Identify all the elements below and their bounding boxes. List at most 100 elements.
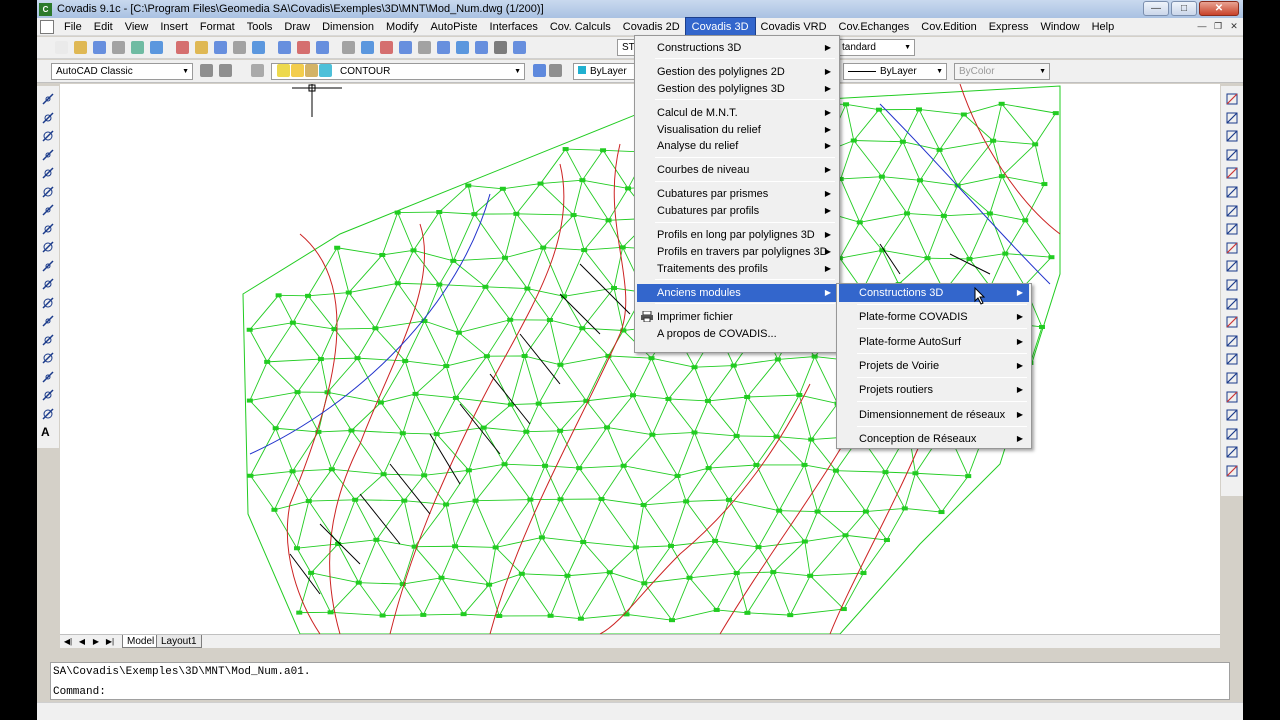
zoom-realtime-icon[interactable]: [342, 41, 355, 54]
menu-item-gestion-des-polylignes-2d[interactable]: Gestion des polylignes 2D ▶: [637, 63, 837, 81]
table-icon[interactable]: [41, 407, 55, 421]
matchprop-icon[interactable]: [233, 41, 246, 54]
tab-layout1[interactable]: Layout1: [156, 635, 202, 648]
stretch-icon[interactable]: [1225, 241, 1239, 255]
mirror-icon[interactable]: [1225, 129, 1239, 143]
linetype-combo[interactable]: ByLayer ▼: [843, 63, 947, 80]
menu-covadis-3d[interactable]: Covadis 3D: [684, 16, 756, 37]
save-icon[interactable]: [93, 41, 106, 54]
menu-dimension[interactable]: Dimension: [316, 18, 380, 36]
menu-item-cubatures-par-profils[interactable]: Cubatures par profils ▶: [637, 202, 837, 220]
scale-icon[interactable]: [1225, 222, 1239, 236]
command-window[interactable]: SA\Covadis\Exemples\3D\MNT\Mod_Num.a01. …: [50, 662, 1230, 700]
menu-interfaces[interactable]: Interfaces: [484, 18, 544, 36]
menu-covadis-vrd[interactable]: Covadis VRD: [755, 18, 833, 36]
zoom-previous-icon[interactable]: [380, 41, 393, 54]
insert-block-icon[interactable]: [41, 296, 55, 310]
first-tab-icon[interactable]: ◀|: [62, 636, 74, 648]
menu-express[interactable]: Express: [983, 18, 1035, 36]
menu-item-dimensionnement-de-reseaux[interactable]: Dimensionnement de réseaux ▶: [839, 406, 1029, 424]
multiline-text-icon[interactable]: A: [41, 425, 55, 439]
menu-format[interactable]: Format: [194, 18, 241, 36]
circle-icon[interactable]: [41, 203, 55, 217]
undo-icon[interactable]: [278, 41, 291, 54]
doc-minimize-button[interactable]: —: [1195, 20, 1209, 34]
rectangle-icon[interactable]: [41, 166, 55, 180]
sun-icon[interactable]: [291, 64, 304, 77]
gradient-icon[interactable]: [41, 370, 55, 384]
menu-item-gestion-des-polylignes-3d[interactable]: Gestion des polylignes 3D ▶: [637, 80, 837, 98]
menu-item-projets-de-voirie[interactable]: Projets de Voirie ▶: [839, 357, 1029, 375]
fillet-icon[interactable]: [1225, 371, 1239, 385]
menu-item-conception-de-reseaux[interactable]: Conception de Réseaux ▶: [839, 430, 1029, 448]
menu-edit[interactable]: Edit: [88, 18, 119, 36]
menu-item-plate-forme-autosurf[interactable]: Plate-forme AutoSurf ▶: [839, 333, 1029, 351]
menu-item-imprimer-fichier[interactable]: Imprimer fichier: [637, 308, 837, 326]
ellipse-icon[interactable]: [41, 259, 55, 273]
menu-item-projets-routiers[interactable]: Projets routiers ▶: [839, 381, 1029, 399]
menu-cov-echanges[interactable]: Cov.Echanges: [833, 18, 916, 36]
help-icon[interactable]: [513, 41, 526, 54]
title-bar[interactable]: C Covadis 9.1c - [C:\Program Files\Geome…: [37, 0, 1243, 18]
make-current-icon[interactable]: [533, 64, 546, 77]
extend-icon[interactable]: [1225, 278, 1239, 292]
doc-restore-button[interactable]: ❐: [1211, 20, 1225, 34]
menu-item-courbes-de-niveau[interactable]: Courbes de niveau ▶: [637, 161, 837, 179]
menu-cov-calculs[interactable]: Cov. Calculs: [544, 18, 617, 36]
move-icon[interactable]: [1225, 185, 1239, 199]
revision-cloud-icon[interactable]: [41, 222, 55, 236]
arc-icon[interactable]: [41, 185, 55, 199]
plotstyle-combo[interactable]: ByColor ▼: [954, 63, 1050, 80]
paste-icon[interactable]: [214, 41, 227, 54]
menu-tools[interactable]: Tools: [241, 18, 279, 36]
construction-line-icon[interactable]: [41, 111, 55, 125]
last-tab-icon[interactable]: ▶|: [104, 636, 116, 648]
chamfer-icon[interactable]: [1225, 352, 1239, 366]
prev-tab-icon[interactable]: ◀: [76, 636, 88, 648]
menu-item-visualisation-du-relief[interactable]: Visualisation du relief ▶: [637, 121, 837, 139]
menu-autopiste[interactable]: AutoPiste: [424, 18, 483, 36]
menu-item-calcul-de-m-n-t[interactable]: Calcul de M.N.T. ▶: [637, 104, 837, 122]
polyline-icon[interactable]: [41, 129, 55, 143]
draw-order-front-icon[interactable]: [1225, 408, 1239, 422]
break-at-point-icon[interactable]: [1225, 297, 1239, 311]
trim-icon[interactable]: [1225, 259, 1239, 273]
region-icon[interactable]: [41, 388, 55, 402]
menu-cov-edition[interactable]: Cov.Edition: [915, 18, 982, 36]
menu-draw[interactable]: Draw: [278, 18, 316, 36]
draw-order-below-icon[interactable]: [1225, 464, 1239, 478]
point-icon[interactable]: [41, 333, 55, 347]
markup-icon[interactable]: [475, 41, 488, 54]
dim-style-combo[interactable]: tandard ▼: [837, 39, 915, 56]
color-combo[interactable]: ByLayer: [573, 63, 635, 80]
menu-modify[interactable]: Modify: [380, 18, 424, 36]
copy-icon[interactable]: [195, 41, 208, 54]
properties-icon[interactable]: [399, 41, 412, 54]
close-button[interactable]: ✕: [1199, 1, 1239, 16]
erase-icon[interactable]: [1225, 92, 1239, 106]
layer-previous-icon[interactable]: [219, 64, 232, 77]
layer-properties-icon[interactable]: [200, 64, 213, 77]
menu-item-constructions-3d[interactable]: Constructions 3D ▶: [637, 39, 837, 57]
minimize-button[interactable]: —: [1143, 1, 1169, 16]
menu-view[interactable]: View: [119, 18, 155, 36]
menu-item-a-propos-de-covadis[interactable]: A propos de COVADIS...: [637, 325, 837, 343]
new-icon[interactable]: [55, 41, 68, 54]
preview-icon[interactable]: [131, 41, 144, 54]
toolpalettes-icon[interactable]: [437, 41, 450, 54]
menu-window[interactable]: Window: [1034, 18, 1085, 36]
polygon-icon[interactable]: [41, 148, 55, 162]
layer-states-icon[interactable]: [251, 64, 264, 77]
break-icon[interactable]: [1225, 315, 1239, 329]
redo-icon[interactable]: [297, 41, 310, 54]
zoom-window-icon[interactable]: [361, 41, 374, 54]
maximize-button[interactable]: □: [1171, 1, 1197, 16]
rotate-icon[interactable]: [1225, 204, 1239, 218]
spline-icon[interactable]: [41, 240, 55, 254]
draw-order-above-icon[interactable]: [1225, 445, 1239, 459]
menu-covadis-2d[interactable]: Covadis 2D: [617, 18, 686, 36]
next-tab-icon[interactable]: ▶: [90, 636, 102, 648]
open-icon[interactable]: [74, 41, 87, 54]
menu-item-anciens-modules[interactable]: Anciens modules ▶: [637, 283, 837, 302]
lock-icon[interactable]: [305, 64, 318, 77]
